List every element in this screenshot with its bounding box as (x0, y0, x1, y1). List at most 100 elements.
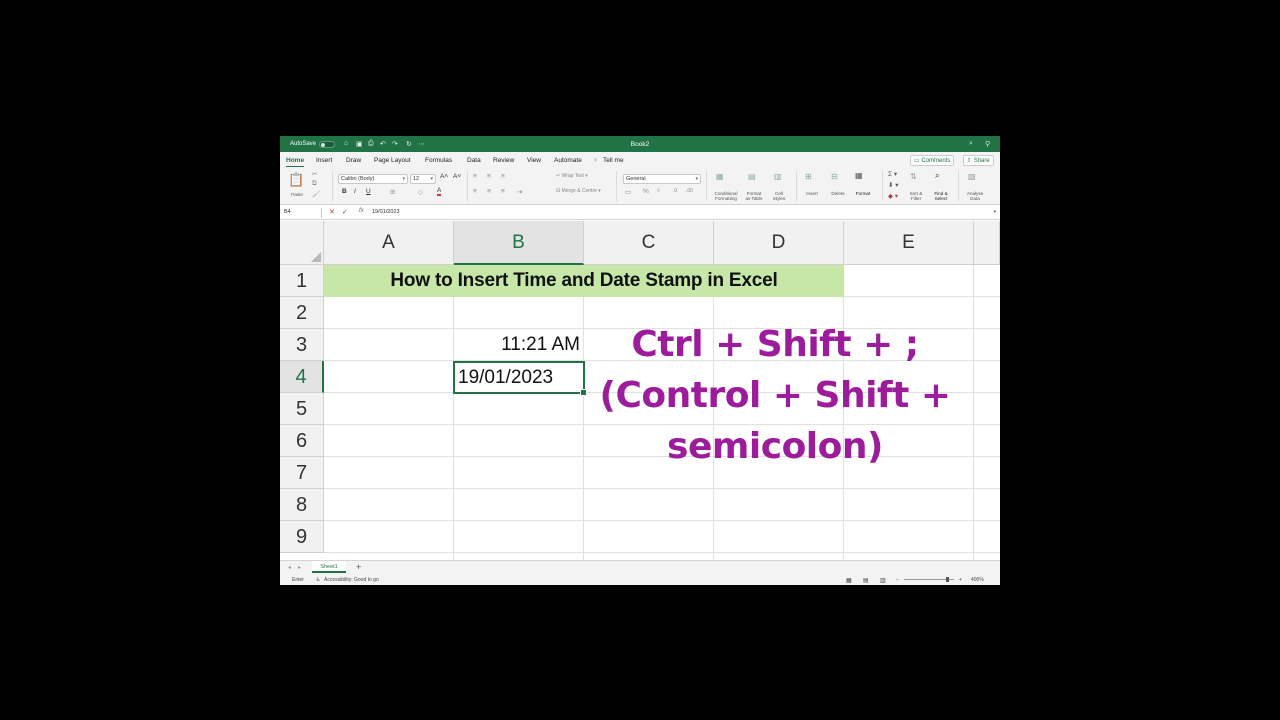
tab-home[interactable]: Home (286, 157, 305, 168)
cell-a1-title[interactable]: How to Insert Time and Date Stamp in Exc… (324, 265, 844, 297)
zoom-out-icon[interactable]: − (896, 577, 899, 583)
decrease-font-icon[interactable]: A˅ (453, 173, 461, 180)
row-header-7[interactable]: 7 (280, 457, 324, 489)
italic-icon[interactable]: I (354, 188, 356, 195)
paste-icon[interactable]: 📋 (288, 172, 304, 188)
tab-insert[interactable]: Insert (316, 157, 332, 164)
percent-icon[interactable]: % (643, 188, 649, 195)
tab-data[interactable]: Data (467, 157, 481, 164)
formula-input[interactable]: 19/01/2023 (372, 209, 400, 215)
delete-cells-label[interactable]: Delete (826, 191, 850, 196)
cancel-icon[interactable]: ✕ (329, 208, 335, 216)
analyse-data-icon[interactable]: ▧ (968, 172, 976, 181)
sort-filter-icon[interactable]: ⇅ (910, 172, 917, 181)
row-header-1[interactable]: 1 (280, 265, 324, 297)
format-cells-icon[interactable]: ▦ (855, 171, 863, 180)
spreadsheet-grid[interactable]: A B C D E 1 2 3 4 5 6 7 8 9 How to Inser… (280, 221, 1000, 560)
row-header-8[interactable]: 8 (280, 489, 324, 521)
page-break-view-icon[interactable]: ▥ (880, 577, 886, 584)
zoom-slider-handle[interactable] (946, 577, 949, 582)
borders-icon[interactable]: ⊞ (390, 188, 395, 196)
page-layout-view-icon[interactable]: ▤ (863, 577, 869, 584)
sort-filter-button[interactable]: Sort & Filter (904, 191, 928, 201)
format-as-table-button[interactable]: Format as Table (742, 191, 766, 201)
add-sheet-button[interactable]: + (356, 562, 361, 572)
number-format-combo[interactable]: General ▾ (623, 174, 701, 184)
align-center-icon[interactable]: ≡ (487, 188, 491, 195)
row-header-6[interactable]: 6 (280, 425, 324, 457)
cell-styles-button[interactable]: Cell Styles (768, 191, 790, 201)
font-color-icon[interactable]: A (437, 187, 442, 196)
row-header-3[interactable]: 3 (280, 329, 324, 361)
comments-button[interactable]: ▭ Comments (910, 155, 955, 166)
underline-icon[interactable]: U (366, 188, 371, 195)
cell-styles-icon[interactable]: ▥ (774, 172, 782, 181)
cell-b4-date[interactable]: 19/01/2023 (453, 361, 587, 396)
decrease-decimal-icon[interactable]: .00 (686, 188, 693, 194)
accessibility-icon[interactable]: ♿ (316, 577, 320, 583)
prev-sheet-icon[interactable]: ◂ (288, 564, 291, 571)
format-cells-label[interactable]: Format (851, 191, 875, 196)
column-header-f[interactable] (974, 221, 1000, 265)
column-header-d[interactable]: D (714, 221, 844, 265)
name-box[interactable]: B4 (282, 208, 322, 218)
share-button[interactable]: ⇧ Share (963, 155, 994, 166)
enter-icon[interactable]: ✓ (342, 208, 348, 216)
sheet-tab-sheet1[interactable]: Sheet1 (312, 561, 346, 573)
tab-tell-me[interactable]: Tell me (603, 157, 624, 164)
align-bottom-icon[interactable]: ≡ (501, 173, 505, 180)
delete-cells-icon[interactable]: ⊟ (831, 172, 838, 181)
fill-color-icon[interactable]: ◇ (418, 188, 423, 196)
fx-icon[interactable]: fx (359, 208, 364, 214)
conditional-formatting-button[interactable]: Conditional Formatting (708, 191, 744, 201)
autosum-icon[interactable]: Σ ▾ (888, 170, 897, 178)
cell-b3-time[interactable]: 11:21 AM (454, 329, 584, 361)
comma-icon[interactable]: ⁹ (657, 188, 660, 195)
tab-page-layout[interactable]: Page Layout (374, 157, 411, 164)
align-middle-icon[interactable]: ≡ (487, 173, 491, 180)
align-left-icon[interactable]: ≡ (473, 188, 477, 195)
format-painter-icon[interactable]: 🖌 (312, 190, 320, 198)
tab-automate[interactable]: Automate (554, 157, 582, 164)
select-all-corner[interactable] (280, 221, 324, 265)
column-header-e[interactable]: E (844, 221, 974, 265)
indent-icon[interactable]: ⇥ (517, 188, 522, 196)
search-icon[interactable]: ⌕ (969, 140, 973, 148)
font-name-combo[interactable]: Calibri (Body) ▾ (338, 174, 408, 184)
expand-formula-icon[interactable]: ▾ (993, 209, 996, 215)
column-header-a[interactable]: A (324, 221, 454, 265)
zoom-level[interactable]: 400% (971, 577, 984, 583)
fill-icon[interactable]: ⬇ ▾ (888, 181, 899, 189)
merge-centre-button[interactable]: ⊟ Merge & Centre ▾ (556, 188, 601, 194)
copy-icon[interactable]: ⧉ (312, 180, 317, 188)
align-top-icon[interactable]: ≡ (473, 173, 477, 180)
zoom-in-icon[interactable]: + (959, 577, 962, 583)
find-select-button[interactable]: Find & Select (929, 191, 953, 201)
font-size-combo[interactable]: 12 ▾ (410, 174, 436, 184)
find-select-icon[interactable]: ⌕ (935, 171, 939, 181)
insert-cells-icon[interactable]: ⊞ (805, 172, 812, 181)
tab-review[interactable]: Review (493, 157, 514, 164)
accounting-icon[interactable]: ▭ (625, 188, 631, 196)
tab-draw[interactable]: Draw (346, 157, 361, 164)
tab-view[interactable]: View (527, 157, 541, 164)
insert-cells-label[interactable]: Insert (800, 191, 824, 196)
row-header-2[interactable]: 2 (280, 297, 324, 329)
column-header-b[interactable]: B (454, 221, 584, 265)
row-header-9[interactable]: 9 (280, 521, 324, 553)
column-header-c[interactable]: C (584, 221, 714, 265)
bold-icon[interactable]: B (342, 188, 347, 195)
conditional-formatting-icon[interactable]: ▦ (716, 172, 724, 181)
accessibility-status[interactable]: Accessibility: Good to go (324, 577, 379, 583)
tab-formulas[interactable]: Formulas (425, 157, 452, 164)
format-as-table-icon[interactable]: ▤ (748, 172, 756, 181)
account-icon[interactable]: ⚲ (985, 140, 990, 148)
increase-decimal-icon[interactable]: .0 (673, 188, 677, 194)
cut-icon[interactable]: ✂ (312, 170, 317, 178)
normal-view-icon[interactable]: ▦ (846, 577, 852, 584)
align-right-icon[interactable]: ≡ (501, 188, 505, 195)
clear-icon[interactable]: ◆ ▾ (888, 192, 898, 200)
row-header-5[interactable]: 5 (280, 393, 324, 425)
wrap-text-button[interactable]: ↵ Wrap Text ▾ (556, 173, 588, 179)
increase-font-icon[interactable]: A˄ (440, 173, 448, 180)
